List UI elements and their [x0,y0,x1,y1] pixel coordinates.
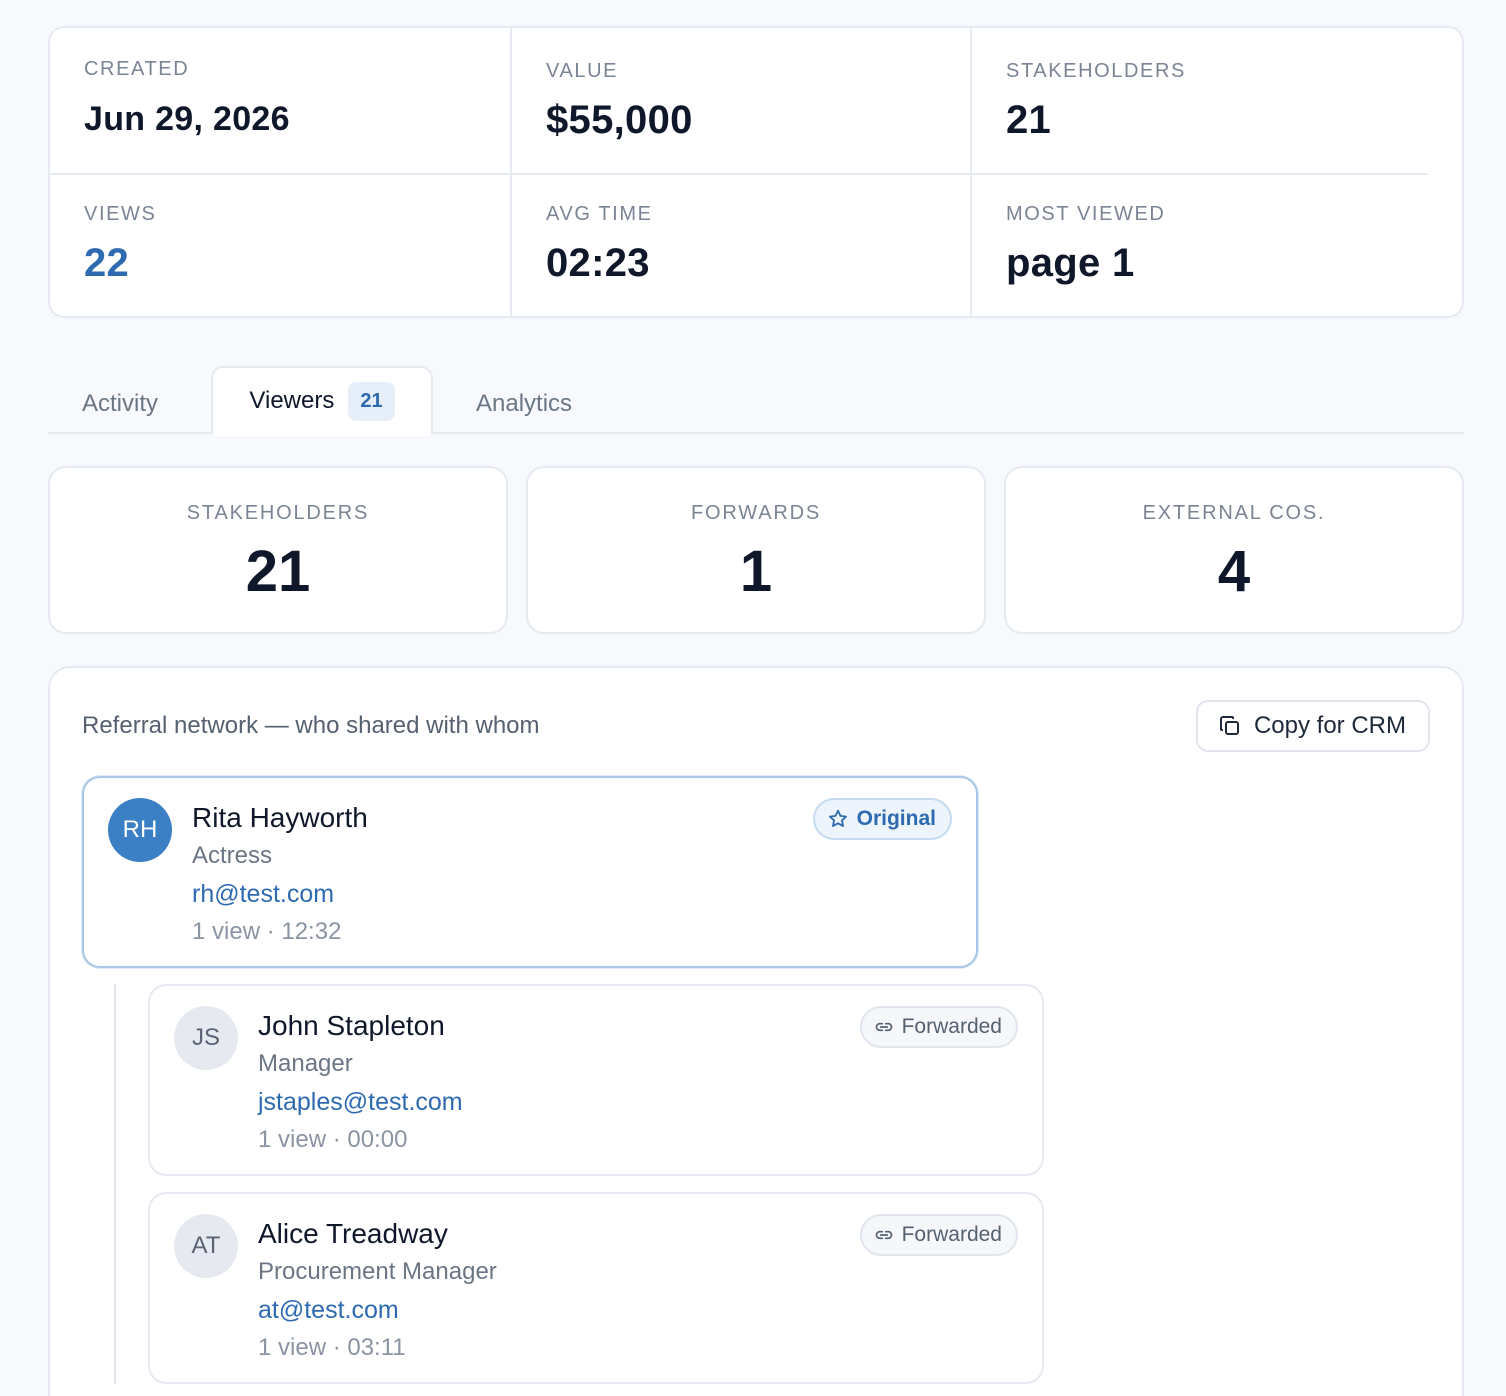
star-icon [828,809,847,827]
summary-value: 21 [245,539,311,604]
viewer-role: Manager [258,1050,353,1077]
viewer-name: Rita Hayworth [192,802,368,833]
stat-value: Jun 29, 2026 [84,100,290,138]
tab-viewers[interactable]: Viewers 21 [211,366,433,436]
viewer-email-link[interactable]: jstaples@test.com [258,1088,463,1117]
stat-label: CREATED [84,58,190,80]
copy-button-label: Copy for CRM [1253,712,1406,739]
deal-viewer-page: CREATED Jun 29, 2026 VALUE $55,000 STAKE… [0,0,1506,1396]
summary-card-stakeholders: STAKEHOLDERS 21 [48,466,508,634]
tab-label: Activity [82,390,159,417]
stat-value: $55,000 [546,98,693,142]
badge-label: Forwarded [901,1015,1002,1038]
summary-card-external: EXTERNAL COS. 4 [1004,466,1464,634]
viewer-meta: 1 view · 12:32 [192,918,342,945]
viewer-card-forwarded[interactable]: JS John Stapleton Manager jstaples@test.… [148,984,1044,1176]
viewer-meta: 1 view · 03:11 [258,1334,406,1361]
stat-label: STAKEHOLDERS [1006,60,1186,82]
tab-label: Viewers [249,387,335,414]
stat-created: CREATED Jun 29, 2026 [50,28,510,173]
viewer-card-forwarded[interactable]: AT Alice Treadway Procurement Manager at… [148,1192,1044,1384]
stat-label: VALUE [546,60,619,82]
stat-avg-time: AVG TIME 02:23 [512,175,970,316]
copy-for-crm-button[interactable]: Copy for CRM [1195,700,1430,752]
avatar: JS [174,1006,238,1070]
summary-label: EXTERNAL COS. [1142,502,1326,524]
summary-card-forwards: FORWARDS 1 [526,466,986,634]
tab-analytics[interactable]: Analytics [476,366,616,434]
stat-value: 21 [1006,98,1052,142]
link-icon [875,1022,892,1032]
badge-label: Forwarded [901,1223,1002,1246]
tree-connector [114,984,116,1384]
viewer-role: Actress [192,842,273,869]
viewer-email-link[interactable]: rh@test.com [192,880,334,909]
viewer-name: John Stapleton [258,1010,445,1041]
tab-bar: Activity Viewers 21 Analytics [48,366,1464,436]
viewer-email-link[interactable]: at@test.com [258,1296,399,1325]
summary-label: STAKEHOLDERS [186,502,370,524]
stat-most-viewed: MOST VIEWED page 1 [972,175,1462,316]
avatar: AT [174,1214,238,1278]
avatar: RH [108,798,172,862]
viewer-card-original[interactable]: RH Rita Hayworth Actress rh@test.com 1 v… [82,776,978,968]
stat-label: VIEWS [84,203,157,225]
summary-value: 1 [739,539,773,604]
stat-label: MOST VIEWED [1006,203,1166,225]
referral-title: Referral network — who shared with whom [82,712,540,739]
link-icon [875,1230,892,1240]
stat-label: AVG TIME [546,203,653,225]
badge-label: Original [856,807,936,830]
forwarded-badge: Forwarded [859,1214,1018,1256]
stat-value: page 1 [1006,241,1135,285]
stat-stakeholders: STAKEHOLDERS 21 [972,28,1432,173]
copy-icon [1219,716,1239,735]
tab-label: Analytics [476,390,573,417]
summary-label: FORWARDS [691,502,821,524]
viewer-meta: 1 view · 00:00 [258,1126,408,1153]
deal-stats-grid: CREATED Jun 29, 2026 VALUE $55,000 STAKE… [48,26,1464,318]
forwarded-badge: Forwarded [859,1006,1018,1048]
stat-value: 02:23 [546,241,650,285]
stat-value-amount: VALUE $55,000 [512,28,970,173]
stat-value: 22 [84,241,130,285]
stat-views: VIEWS 22 [50,175,510,316]
summary-value: 4 [1217,539,1251,604]
original-badge: Original [812,798,952,840]
viewer-role: Procurement Manager [258,1258,497,1285]
viewers-count-badge: 21 [348,381,395,421]
viewer-name: Alice Treadway [258,1218,448,1249]
tab-activity[interactable]: Activity [82,366,222,434]
